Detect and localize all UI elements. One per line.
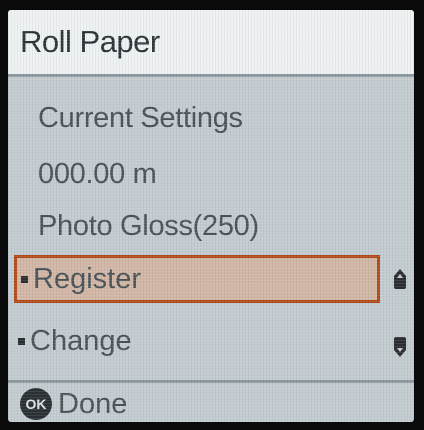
menu-item-label: Change: [30, 324, 132, 357]
ok-button-icon[interactable]: OK: [20, 388, 52, 420]
menu-item-register[interactable]: Register: [14, 255, 380, 303]
remaining-length-value: 000.00 m: [38, 158, 157, 190]
bullet-icon: [21, 275, 28, 283]
media-type-value: Photo Gloss(250): [38, 210, 259, 242]
menu-item-change[interactable]: Change: [14, 317, 380, 365]
done-label: Done: [58, 387, 128, 420]
page-title: Roll Paper: [20, 24, 160, 59]
lcd-screen: Roll Paper Current Settings 000.00 m Pho…: [8, 10, 414, 422]
footer-bar: OK Done: [8, 380, 414, 422]
scroll-up-icon[interactable]: [392, 267, 408, 291]
current-settings-heading: Current Settings: [38, 102, 243, 134]
bullet-icon: [18, 337, 25, 345]
scroll-down-icon[interactable]: [392, 335, 408, 359]
menu-item-label: Register: [33, 262, 141, 295]
title-bar: Roll Paper: [8, 10, 414, 77]
